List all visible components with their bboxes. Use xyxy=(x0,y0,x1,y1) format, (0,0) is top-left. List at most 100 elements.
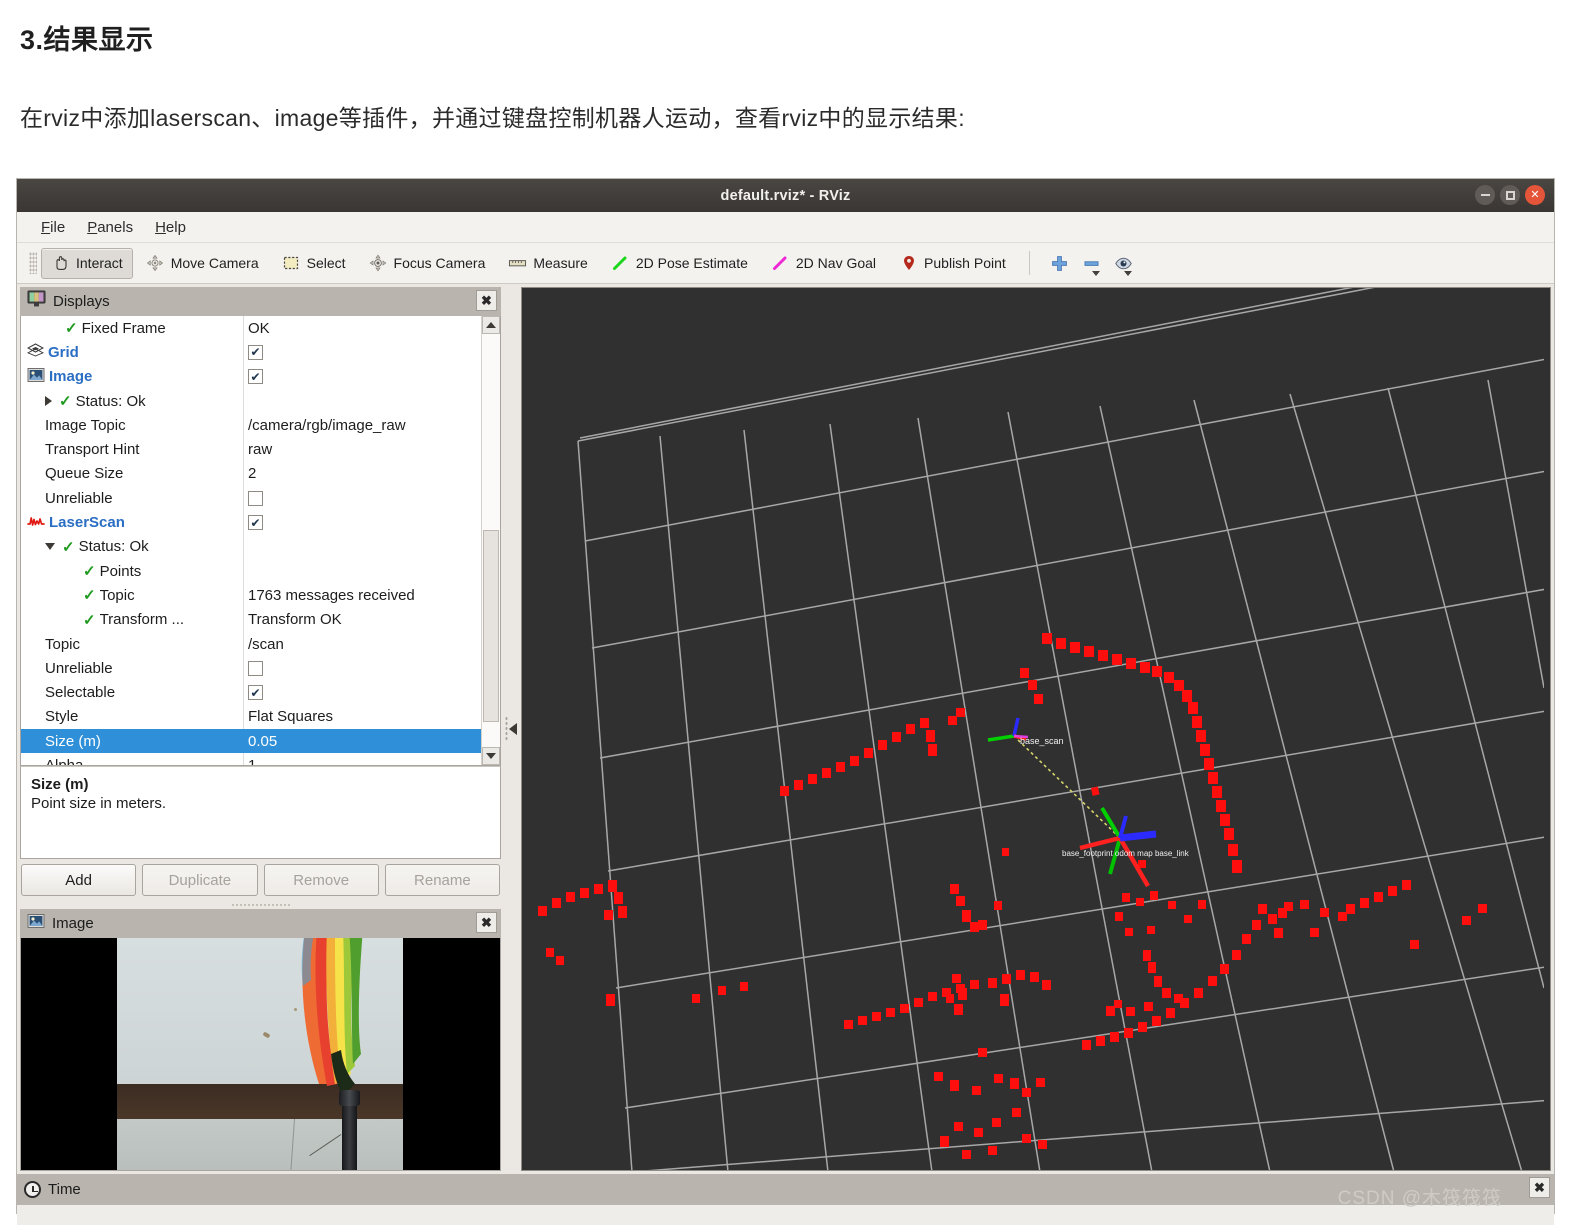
table-row-selected[interactable]: Size (m) 0.05 xyxy=(21,729,481,754)
laserscan-icon xyxy=(27,514,45,532)
menu-file[interactable]: File xyxy=(31,216,77,239)
collapse-triangle-icon[interactable] xyxy=(45,543,55,551)
views-visibility-dropdown[interactable] xyxy=(1114,252,1132,276)
table-row[interactable]: LaserScan ✔ xyxy=(21,510,481,535)
table-row[interactable]: ✓ Topic 1763 messages received xyxy=(21,583,481,608)
table-row[interactable]: Topic /scan xyxy=(21,631,481,657)
table-row[interactable]: ✓ Transform ... Transform OK xyxy=(21,607,481,632)
panel-resize-handle[interactable] xyxy=(230,901,291,909)
tool-2d-pose-estimate[interactable]: 2D Pose Estimate xyxy=(601,248,758,279)
image-icon xyxy=(27,367,45,387)
tool-publish-point-label: Publish Point xyxy=(924,255,1006,271)
table-row[interactable]: Image Topic /camera/rgb/image_raw xyxy=(21,413,481,438)
add-view-button[interactable] xyxy=(1040,248,1079,279)
camera-image-view[interactable] xyxy=(20,938,501,1171)
chevron-up-icon xyxy=(486,322,496,328)
row-label: Style xyxy=(45,708,79,726)
add-button[interactable]: Add xyxy=(21,864,137,896)
status-ok-check-icon: ✓ xyxy=(83,587,96,605)
table-row[interactable]: Queue Size 2 xyxy=(21,461,481,487)
table-row[interactable]: Grid ✔ xyxy=(21,340,481,365)
umbrella-shape xyxy=(301,938,363,1096)
row-checkbox[interactable] xyxy=(248,660,263,676)
umbrella-collar xyxy=(339,1090,360,1106)
table-row[interactable]: Image ✔ xyxy=(21,364,481,389)
tool-interact[interactable]: Interact xyxy=(41,247,133,279)
row-label: Size (m) xyxy=(45,732,101,750)
table-row[interactable]: Unreliable xyxy=(21,656,481,681)
row-value[interactable]: /scan xyxy=(243,631,481,657)
table-row[interactable]: ✓ Points xyxy=(21,558,481,584)
rename-button[interactable]: Rename xyxy=(384,864,500,896)
splitter-collapse-handle[interactable] xyxy=(505,716,517,742)
tool-measure[interactable]: Measure xyxy=(498,248,597,279)
row-value[interactable]: Flat Squares xyxy=(243,704,481,730)
row-label: Image xyxy=(49,368,93,386)
row-checkbox[interactable]: ✔ xyxy=(248,685,263,701)
row-value[interactable]: 2 xyxy=(243,461,481,487)
remove-button[interactable]: Remove xyxy=(263,864,379,896)
tool-2d-pose-estimate-label: 2D Pose Estimate xyxy=(635,255,748,271)
tool-select[interactable]: Select xyxy=(272,248,356,279)
main-body: Displays ✖ ✓ Fixed Frame OK Grid ✔ Image… xyxy=(17,284,1554,1174)
toolbar-grip[interactable] xyxy=(29,252,37,274)
menu-panels[interactable]: Panels xyxy=(77,216,145,239)
image-thumbnail-icon xyxy=(27,913,45,934)
duplicate-button[interactable]: Duplicate xyxy=(142,864,258,896)
menu-help[interactable]: Help xyxy=(145,216,198,239)
main-toolbar: Interact Move Camera Select Focus Camera… xyxy=(17,243,1554,284)
row-checkbox[interactable]: ✔ xyxy=(248,369,263,385)
row-label: Status: Ok xyxy=(75,392,146,410)
row-checkbox[interactable]: ✔ xyxy=(248,515,263,531)
magenta-arrow-icon xyxy=(771,254,790,273)
table-row[interactable]: Alpha 1 xyxy=(21,753,481,765)
displays-panel-header: Displays ✖ xyxy=(20,287,501,316)
vertical-splitter[interactable] xyxy=(501,287,521,1171)
maximize-button[interactable] xyxy=(1500,185,1520,205)
tool-move-camera-label: Move Camera xyxy=(170,255,259,271)
umbrella-object xyxy=(275,938,365,1109)
menu-file-rest: ile xyxy=(50,218,66,236)
tool-2d-nav-goal[interactable]: 2D Nav Goal xyxy=(761,248,886,279)
table-row[interactable]: Selectable ✔ xyxy=(21,680,481,705)
chevron-down-icon xyxy=(1091,271,1100,276)
displays-tree[interactable]: ✓ Fixed Frame OK Grid ✔ Image ✔ ✓ Status… xyxy=(21,316,481,765)
tool-interact-label: Interact xyxy=(76,255,123,271)
row-value[interactable]: 1 xyxy=(243,753,481,765)
table-row[interactable]: Unreliable xyxy=(21,486,481,511)
table-row[interactable]: ✓ Fixed Frame OK xyxy=(21,316,481,341)
displays-panel-close-icon[interactable]: ✖ xyxy=(476,290,497,311)
time-panel-close-icon[interactable]: ✖ xyxy=(1529,1177,1550,1198)
table-row[interactable]: ✓ Status: Ok xyxy=(21,534,481,559)
tool-2d-nav-goal-label: 2D Nav Goal xyxy=(795,255,877,271)
close-button[interactable]: ✕ xyxy=(1525,185,1545,205)
displays-scrollbar[interactable] xyxy=(481,316,500,765)
scroll-up-button[interactable] xyxy=(482,316,500,334)
menu-help-rest: elp xyxy=(165,218,186,236)
table-row[interactable]: Style Flat Squares xyxy=(21,704,481,730)
table-row[interactable]: ✓ Status: Ok xyxy=(21,388,481,414)
table-row[interactable]: Transport Hint raw xyxy=(21,437,481,462)
tool-focus-camera[interactable]: Focus Camera xyxy=(359,248,496,279)
time-panel-header: Time ✖ xyxy=(17,1174,1554,1205)
focus-camera-icon xyxy=(369,254,388,273)
window-titlebar: default.rviz* - RViz ✕ xyxy=(17,179,1554,212)
scrollbar-thumb[interactable] xyxy=(483,530,499,722)
tool-move-camera[interactable]: Move Camera xyxy=(136,248,269,279)
remove-view-dropdown[interactable] xyxy=(1082,252,1100,276)
scroll-down-button[interactable] xyxy=(482,747,500,765)
row-checkbox[interactable] xyxy=(248,490,263,506)
3d-render-view[interactable]: base_scan base_footprint odom map base_l… xyxy=(521,287,1551,1171)
chevron-left-icon[interactable] xyxy=(509,723,517,735)
row-label: Unreliable xyxy=(45,489,113,507)
image-panel-close-icon[interactable]: ✖ xyxy=(476,912,497,933)
expand-triangle-icon[interactable] xyxy=(45,396,52,407)
scrollbar-track[interactable] xyxy=(482,334,500,747)
row-value[interactable]: raw xyxy=(243,437,481,462)
tool-publish-point[interactable]: Publish Point xyxy=(889,248,1016,279)
row-value[interactable]: /camera/rgb/image_raw xyxy=(243,413,481,438)
displays-panel-title: Displays xyxy=(53,293,110,310)
minimize-button[interactable] xyxy=(1475,185,1495,205)
row-value[interactable]: 0.05 xyxy=(243,729,481,754)
row-checkbox[interactable]: ✔ xyxy=(248,344,263,360)
